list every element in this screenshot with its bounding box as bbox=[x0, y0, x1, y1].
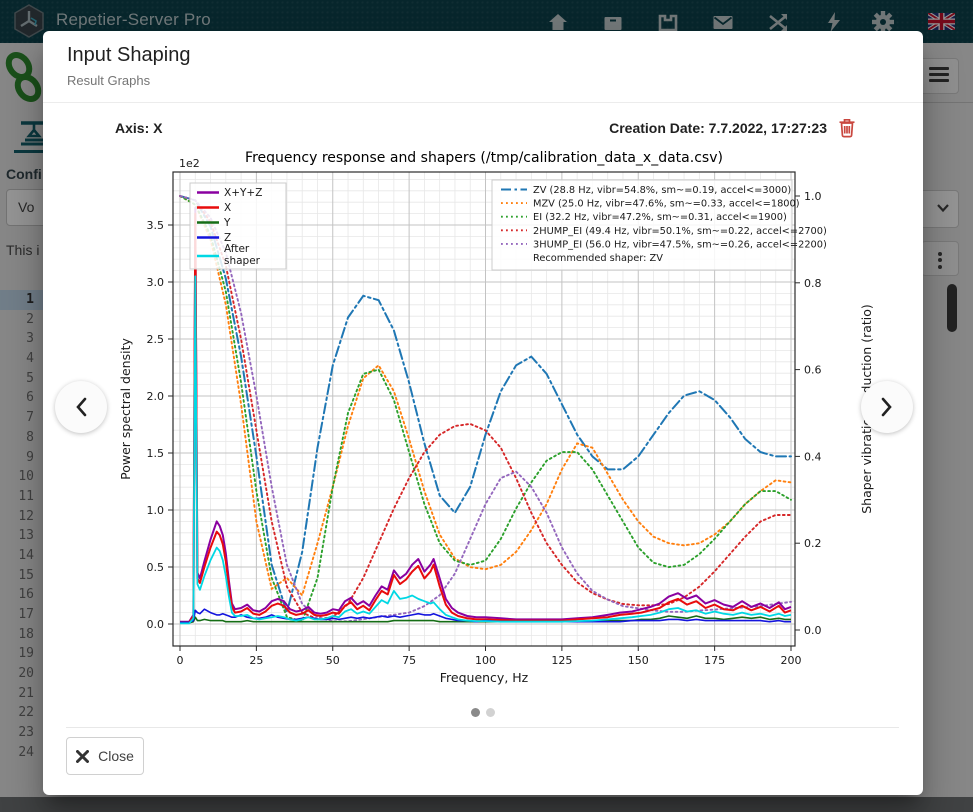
svg-text:1.0: 1.0 bbox=[147, 504, 165, 517]
footer-divider bbox=[66, 727, 899, 728]
svg-text:1.0: 1.0 bbox=[804, 190, 822, 203]
svg-text:75: 75 bbox=[402, 654, 416, 667]
chart-container: 0.0 0.5 1.0 1.5 2.0 2.5 3.0 3.5 0.0 0.2 0.4 0.6 0.8 1… bbox=[115, 145, 880, 697]
svg-text:125: 125 bbox=[551, 654, 572, 667]
modal-title: Input Shaping bbox=[67, 44, 899, 67]
svg-text:3.5: 3.5 bbox=[147, 219, 165, 232]
legend-shapers: ZV (28.8 Hz, vibr=54.8%, sm~=0.19, accel… bbox=[492, 180, 827, 270]
svg-text:0.0: 0.0 bbox=[804, 624, 822, 637]
close-x-icon bbox=[76, 750, 89, 763]
svg-text:Frequency response and shapers: Frequency response and shapers (/tmp/cal… bbox=[245, 150, 723, 166]
previous-graph-button[interactable] bbox=[55, 381, 107, 433]
svg-text:Y: Y bbox=[223, 217, 231, 229]
svg-text:2HUMP_EI (49.4 Hz, vibr=50.1%,: 2HUMP_EI (49.4 Hz, vibr=50.1%, sm~=0.22,… bbox=[533, 226, 827, 237]
svg-text:2.5: 2.5 bbox=[147, 333, 165, 346]
modal-subtitle: Result Graphs bbox=[67, 73, 899, 88]
svg-text:0.6: 0.6 bbox=[804, 364, 822, 377]
chart-meta-row: Axis: X Creation Date: 7.7.2022, 17:27:2… bbox=[115, 117, 857, 138]
svg-text:0.4: 0.4 bbox=[804, 450, 822, 463]
svg-text:0.5: 0.5 bbox=[147, 561, 165, 574]
svg-text:3HUMP_EI (56.0 Hz, vibr=47.5%,: 3HUMP_EI (56.0 Hz, vibr=47.5%, sm~=0.26,… bbox=[533, 239, 827, 250]
svg-text:X+Y+Z: X+Y+Z bbox=[224, 187, 262, 199]
svg-text:MZV (25.0 Hz, vibr=47.6%, sm~=: MZV (25.0 Hz, vibr=47.6%, sm~=0.33, acce… bbox=[533, 199, 800, 210]
trash-icon[interactable] bbox=[837, 117, 857, 138]
carousel-pagination bbox=[43, 708, 923, 717]
svg-text:EI (32.2 Hz, vibr=47.2%, sm~=0: EI (32.2 Hz, vibr=47.2%, sm~=0.31, accel… bbox=[533, 212, 787, 223]
svg-text:0.0: 0.0 bbox=[147, 618, 165, 631]
page-dot-2[interactable] bbox=[486, 708, 495, 717]
svg-text:Frequency, Hz: Frequency, Hz bbox=[440, 670, 529, 685]
legend-psd: X+Y+ZXYZAftershaper bbox=[190, 183, 286, 269]
svg-text:0.2: 0.2 bbox=[804, 537, 822, 550]
svg-text:175: 175 bbox=[704, 654, 725, 667]
creation-date: Creation Date: 7.7.2022, 17:27:23 bbox=[609, 117, 857, 138]
close-button-label: Close bbox=[98, 748, 134, 764]
axis-label: Axis: X bbox=[115, 120, 162, 136]
svg-text:Recommended shaper: ZV: Recommended shaper: ZV bbox=[533, 253, 663, 264]
svg-text:150: 150 bbox=[628, 654, 649, 667]
svg-text:200: 200 bbox=[781, 654, 802, 667]
svg-text:2.0: 2.0 bbox=[147, 390, 165, 403]
frequency-response-chart: 0.0 0.5 1.0 1.5 2.0 2.5 3.0 3.5 0.0 0.2 0.4 0.6 0.8 1… bbox=[115, 145, 880, 697]
svg-text:After: After bbox=[224, 243, 250, 255]
svg-text:Power spectral density: Power spectral density bbox=[118, 338, 133, 480]
svg-text:100: 100 bbox=[475, 654, 496, 667]
chevron-right-icon bbox=[881, 397, 893, 417]
svg-text:3.0: 3.0 bbox=[147, 276, 165, 289]
screen: Repetier-Server Pro bbox=[0, 0, 973, 812]
next-graph-button[interactable] bbox=[861, 381, 913, 433]
modal-header: Input Shaping Result Graphs bbox=[43, 31, 923, 103]
svg-text:0.8: 0.8 bbox=[804, 277, 822, 290]
chevron-left-icon bbox=[75, 397, 87, 417]
svg-text:1.5: 1.5 bbox=[147, 447, 165, 460]
svg-text:shaper: shaper bbox=[224, 255, 261, 267]
page-dot-1[interactable] bbox=[471, 708, 480, 717]
creation-date-label: Creation Date: 7.7.2022, 17:27:23 bbox=[609, 120, 827, 136]
close-button[interactable]: Close bbox=[66, 737, 144, 775]
svg-text:X: X bbox=[224, 202, 231, 214]
svg-text:0: 0 bbox=[177, 654, 184, 667]
svg-text:25: 25 bbox=[249, 654, 263, 667]
svg-text:50: 50 bbox=[326, 654, 340, 667]
svg-text:ZV (28.8 Hz, vibr=54.8%, sm~=0: ZV (28.8 Hz, vibr=54.8%, sm~=0.19, accel… bbox=[533, 185, 791, 196]
input-shaping-modal: Input Shaping Result Graphs Axis: X Crea… bbox=[43, 31, 923, 795]
svg-text:1e2: 1e2 bbox=[179, 157, 200, 170]
